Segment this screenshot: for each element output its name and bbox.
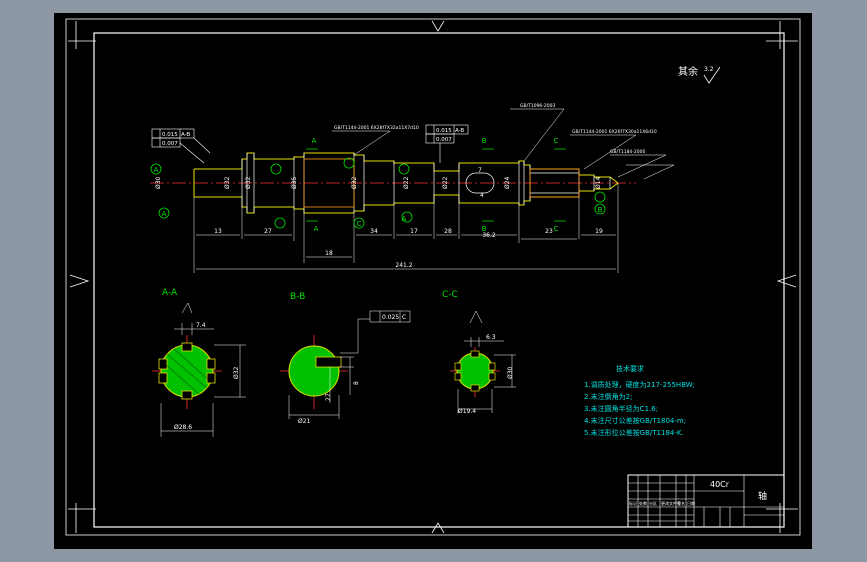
tolerance-frame-left-text: 0.015 A-B 0.007 (162, 132, 190, 147)
tolerance-value: 0.007 (162, 141, 178, 147)
shaft-main-view: Ø30 Ø32 Ø32 Ø35 Ø32 Ø22 Ø22 Ø24 Ø14 7 4 … (150, 103, 675, 273)
material-label: 40Cr (710, 480, 730, 489)
dimension-value: 28 (444, 228, 452, 235)
dimension-value: 13 (214, 228, 222, 235)
section-cc-title: C-C (442, 290, 458, 300)
dimension-value: 17 (410, 228, 418, 235)
tolerance-datum: A-B (455, 128, 464, 134)
header-cell: 标记 (629, 500, 637, 506)
diameter-label: Ø24 (504, 176, 511, 189)
key-width-label: 7 (478, 167, 482, 174)
tolerance-value: 0.025 (382, 314, 399, 321)
standard-note: GB/T1096-2003 (520, 103, 556, 109)
diameter-label: Ø22 (442, 176, 449, 189)
tolerance-value: 0.015 (162, 132, 178, 138)
datum-letter: A (314, 225, 319, 233)
section-bb-title: B-B (290, 292, 305, 302)
key-depth-label: 4 (480, 192, 484, 199)
datum-letter: A (154, 166, 159, 174)
datum-letter: B (598, 206, 603, 214)
tolerance-value: 0.015 (436, 128, 452, 134)
dimension-value: 18 (325, 250, 333, 257)
header-cell: 分区 (649, 500, 657, 506)
dimension-value: 34 (370, 228, 378, 235)
dim-text: Ø19.4 (458, 408, 476, 415)
dimension-values: 13 27 18 34 17 28 36.2 23 19 241.2 (214, 228, 603, 269)
dim-text: Ø28.6 (174, 424, 192, 431)
datum-letter: C (554, 137, 559, 145)
title-block-text: 40Cr 轴 标记 处数 分区 更改文件号 签名 日期 (629, 480, 767, 506)
dimension-value: 23 (545, 228, 553, 235)
section-cc-spline (456, 352, 494, 390)
dimension-value: 36.2 (482, 232, 496, 239)
dim-text: Ø32 (233, 366, 240, 379)
tech-req-line: 5.未注形位公差按GB/T1184-K. (584, 428, 684, 437)
dim-text: 7.4 (196, 322, 206, 329)
tech-req-line: 3.未注圆角半径为C1.6; (584, 404, 658, 413)
roughness-note-label: 其余 (678, 65, 698, 78)
standard-note: GB/T1144-2001 6X26f7X30a11X6d10 (572, 129, 657, 135)
datum-letter: C (554, 225, 559, 233)
diameter-label: Ø22 (403, 176, 410, 189)
diameter-label: Ø14 (595, 176, 602, 189)
standard-note: GB/T1144-2001 6X28f7X32a11X7d10 (334, 125, 419, 131)
dim-text: 6.3 (486, 334, 496, 341)
corner-marks (68, 20, 798, 534)
dim-text: 8 (353, 381, 360, 385)
header-cell: 签名 (677, 500, 685, 506)
tolerance-datum: A-B (181, 132, 190, 138)
header-cell: 处数 (639, 500, 647, 506)
drawing-frame (65, 18, 801, 536)
dimension-value: 19 (595, 228, 603, 235)
dim-text: Ø30 (507, 366, 514, 379)
part-name-label: 轴 (758, 490, 767, 502)
tech-req-line: 2.未注倒角为2; (584, 392, 633, 401)
datum-letter: A (162, 210, 167, 218)
tech-req-title: 技术要求 (616, 364, 644, 373)
section-aa: A-A 7.4 Ø32 Ø28.6 (152, 288, 246, 437)
datum-letter: A (402, 215, 407, 223)
title-block-headers: 标记 处数 分区 更改文件号 签名 日期 (629, 500, 695, 506)
roughness-note: 其余 3.2 (678, 65, 721, 84)
cad-viewport[interactable]: 其余 3.2 Ø30 Ø32 Ø32 Ø35 Ø32 Ø22 Ø22 Ø24 Ø… (54, 13, 812, 549)
roughness-note-value: 3.2 (704, 66, 714, 73)
section-bb-keyway (315, 356, 342, 368)
section-aa-title: A-A (162, 288, 178, 298)
tech-req-line: 1.调质处理，硬度为217-255HBW; (584, 380, 695, 389)
section-bb: B-B 0.025 C 8 Ø21 27 (280, 292, 411, 425)
section-aa-spline-shape (158, 342, 216, 400)
diameter-label: Ø30 (155, 176, 162, 189)
diameter-label: Ø32 (224, 176, 231, 189)
leader-lines (332, 108, 675, 180)
tolerance-frame-mid-text: 0.015 A-B 0.007 (436, 128, 464, 143)
tolerance-value: 0.007 (436, 137, 452, 143)
standard-note: GB/T1184-2000 (610, 149, 646, 155)
dim-text: Ø21 (298, 418, 311, 425)
dim-text: 27 (325, 393, 332, 401)
datum-letter: B (482, 225, 487, 233)
engineering-drawing: 其余 3.2 Ø30 Ø32 Ø32 Ø35 Ø32 Ø22 Ø22 Ø24 Ø… (65, 18, 801, 536)
diameter-label: Ø35 (291, 176, 298, 189)
datum-letter: C (357, 220, 362, 228)
tech-req-line: 4.未注尺寸公差按GB/T1804-m; (584, 416, 686, 425)
section-cc: C-C 6.3 Ø30 Ø19.4 (442, 290, 516, 415)
datum-letter: A (312, 137, 317, 145)
tolerance-datum: C (402, 314, 406, 321)
header-cell: 日期 (687, 500, 695, 506)
overall-length: 241.2 (395, 262, 412, 269)
tech-requirements: 技术要求 1.调质处理，硬度为217-255HBW; 2.未注倒角为2; 3.未… (584, 364, 695, 437)
inner-border (93, 32, 785, 528)
diameter-label: Ø32 (245, 176, 252, 189)
diameter-label: Ø32 (351, 176, 358, 189)
section-bb-shaft (288, 345, 340, 397)
standard-notes: GB/T1144-2001 6X28f7X32a11X7d10 GB/T1096… (334, 103, 657, 155)
outer-border (65, 18, 801, 536)
datum-letter: B (482, 137, 487, 145)
dimension-value: 27 (264, 228, 272, 235)
datum-letters: A A A A A B B B C C C (154, 137, 603, 233)
